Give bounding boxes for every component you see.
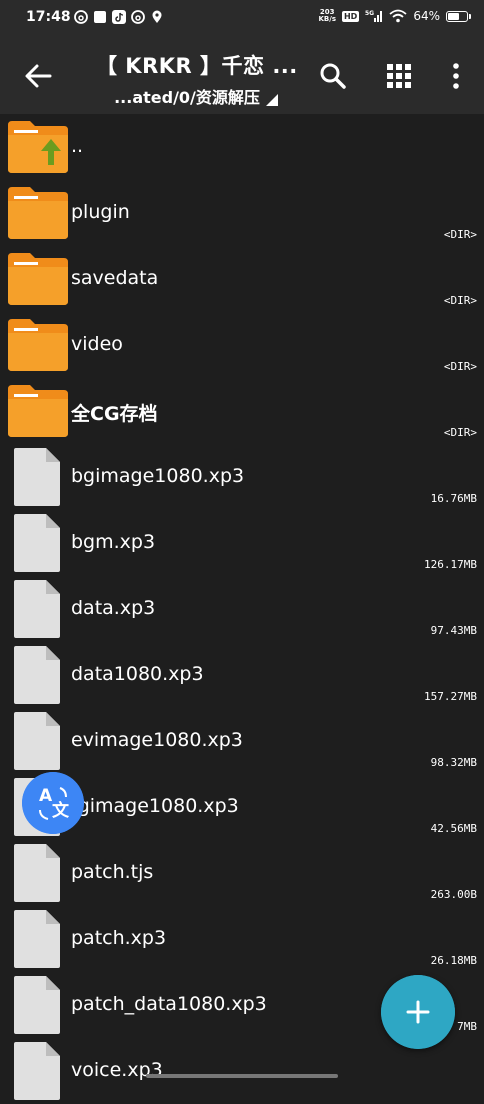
home-indicator[interactable] — [146, 1074, 338, 1078]
file-meta: 97.43MB — [430, 624, 477, 637]
file-row[interactable]: bgm.xp3 126.17MB — [0, 510, 484, 576]
file-icon — [14, 580, 60, 638]
folder-icon — [8, 319, 68, 371]
file-name: fgimage1080.xp3 — [71, 795, 239, 817]
folder-row[interactable]: 全CG存档 <DIR> — [0, 378, 484, 444]
caret-icon — [265, 94, 278, 106]
file-meta: 42.56MB — [430, 822, 477, 835]
file-icon — [14, 844, 60, 902]
current-path: ...ated/0/资源解压 — [114, 88, 260, 107]
signal-5g-icon: 5G — [365, 10, 383, 22]
file-icon — [14, 1042, 60, 1100]
file-name: data.xp3 — [71, 597, 156, 619]
hd-badge: HD — [341, 10, 360, 22]
tiktok-icon — [112, 10, 126, 24]
file-name: video — [71, 333, 123, 355]
file-row[interactable]: data.xp3 97.43MB — [0, 576, 484, 642]
folder-icon — [8, 253, 68, 305]
folder-row[interactable]: plugin <DIR> — [0, 180, 484, 246]
file-meta: 26.18MB — [430, 954, 477, 967]
file-name: bgm.xp3 — [71, 531, 156, 553]
app-square-icon — [94, 11, 106, 23]
notification-icons — [74, 10, 164, 24]
svg-text:A: A — [39, 786, 53, 806]
folder-row[interactable]: video <DIR> — [0, 312, 484, 378]
file-name: patch_data1080.xp3 — [71, 993, 267, 1015]
file-name: .. — [71, 135, 84, 157]
file-icon — [14, 976, 60, 1034]
folder-title: 【 KRKR 】千恋 ... — [96, 54, 298, 78]
folder-row[interactable]: savedata <DIR> — [0, 246, 484, 312]
status-right: 203 KB/s HD 5G 64% — [318, 8, 471, 23]
battery-icon — [446, 10, 471, 22]
status-bar: 17:48 203 KB/s HD 5G 64% — [0, 0, 484, 38]
file-meta: 98.32MB — [430, 756, 477, 769]
svg-text:5G: 5G — [365, 10, 374, 17]
file-meta: 263.00B — [430, 888, 477, 901]
search-icon[interactable] — [317, 60, 349, 92]
file-name: bgimage1080.xp3 — [71, 465, 245, 487]
plus-icon[interactable] — [381, 975, 455, 1049]
file-row[interactable]: data1080.xp3 157.27MB — [0, 642, 484, 708]
file-icon — [14, 646, 60, 704]
title-block[interactable]: 【 KRKR 】千恋 ... ...ated/0/资源解压 — [96, 50, 298, 108]
file-name: plugin — [71, 201, 130, 223]
status-time: 17:48 — [26, 9, 71, 25]
file-meta: 16.76MB — [430, 492, 477, 505]
file-meta: 157.27MB — [424, 690, 477, 703]
path-dropdown[interactable]: ...ated/0/资源解压 — [114, 84, 278, 108]
file-meta: <DIR> — [443, 228, 477, 241]
file-icon — [14, 712, 60, 770]
file-row[interactable]: evimage1080.xp3 98.32MB — [0, 708, 484, 774]
arrow-left-icon[interactable] — [20, 58, 56, 94]
battery-level — [448, 12, 459, 20]
file-meta: <DIR> — [443, 360, 477, 373]
file-list: .. plugin <DIR> savedata <DIR> video <DIR> … — [0, 114, 484, 1104]
wifi-icon — [389, 9, 407, 23]
file-name: 全CG存档 — [71, 403, 158, 425]
parent-folder-row[interactable]: .. — [0, 114, 484, 180]
grid-view-icon[interactable] — [383, 60, 415, 92]
file-row[interactable]: bgimage1080.xp3 16.76MB — [0, 444, 484, 510]
file-row[interactable]: patch.xp3 26.18MB — [0, 906, 484, 972]
folder-icon — [8, 187, 68, 239]
file-icon — [14, 514, 60, 572]
file-name: evimage1080.xp3 — [71, 729, 243, 751]
battery-percent: 64% — [413, 9, 440, 23]
file-name: patch.xp3 — [71, 927, 167, 949]
toolbar: 【 KRKR 】千恋 ... ...ated/0/资源解压 — [0, 38, 484, 114]
location-icon — [152, 10, 162, 23]
file-meta: 126.17MB — [424, 558, 477, 571]
file-icon — [14, 448, 60, 506]
network-speed: 203 KB/s — [318, 8, 336, 23]
svg-text:文: 文 — [52, 800, 70, 821]
file-name: savedata — [71, 267, 159, 289]
file-name: patch.tjs — [71, 861, 154, 883]
netease-music-icon — [74, 10, 88, 24]
translate-icon[interactable]: A 文 — [22, 772, 84, 834]
parent-folder-icon — [8, 121, 68, 173]
folder-icon — [8, 385, 68, 437]
netease-music-icon-2 — [131, 10, 145, 24]
more-vertical-icon[interactable] — [440, 60, 472, 92]
file-meta: <DIR> — [443, 426, 477, 439]
file-row[interactable]: patch.tjs 263.00B — [0, 840, 484, 906]
file-meta: 7MB — [457, 1020, 477, 1033]
file-name: data1080.xp3 — [71, 663, 204, 685]
file-meta: <DIR> — [443, 294, 477, 307]
file-icon — [14, 910, 60, 968]
